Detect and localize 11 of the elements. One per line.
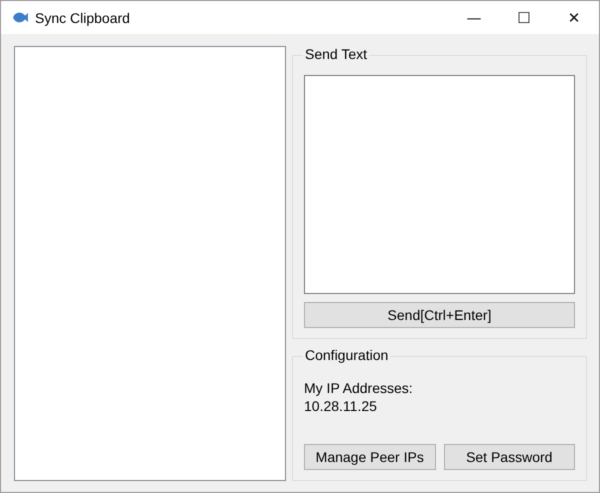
group-title: Send Text bbox=[303, 46, 370, 62]
window-title: Sync Clipboard bbox=[35, 10, 130, 26]
manage-peers-button[interactable]: Manage Peer IPs bbox=[304, 444, 436, 470]
set-password-button[interactable]: Set Password bbox=[444, 444, 575, 470]
ip-address: 10.28.11.25 bbox=[304, 397, 378, 415]
clipboard-list[interactable] bbox=[14, 46, 286, 481]
text-input[interactable] bbox=[304, 75, 575, 294]
ip-label: My IP Addresses: bbox=[304, 379, 414, 397]
group-title: Configuration bbox=[303, 347, 390, 363]
fish-icon bbox=[12, 11, 29, 24]
send-button[interactable]: Send[Ctrl+Enter] bbox=[304, 302, 575, 328]
